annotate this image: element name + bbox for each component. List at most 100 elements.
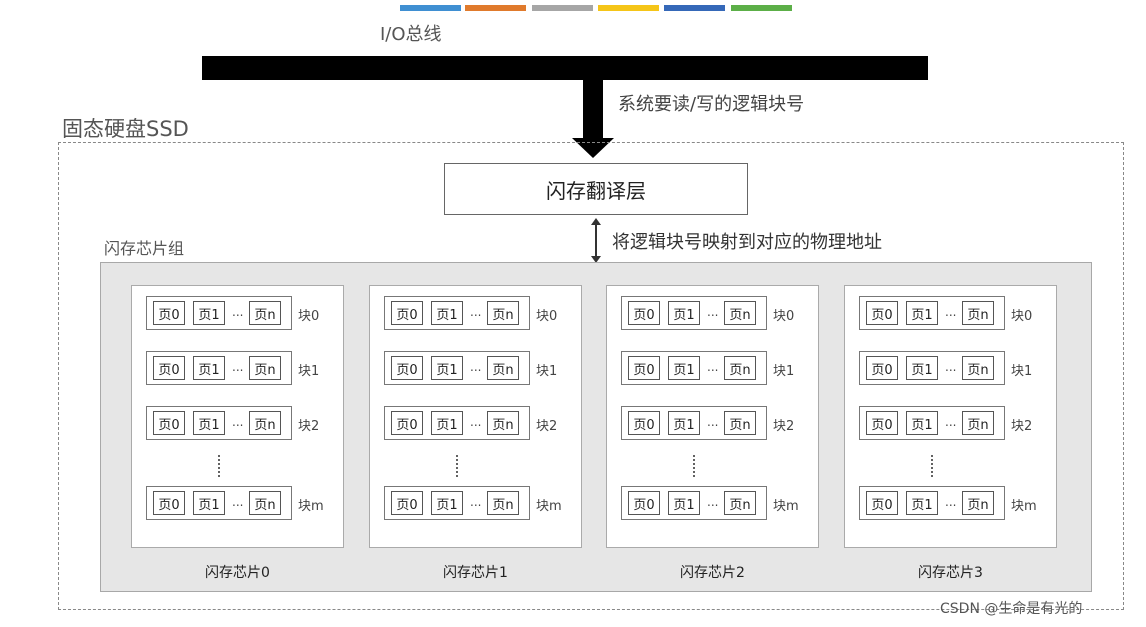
page-ellipsis: ... (707, 360, 719, 374)
block-label: 块1 (298, 364, 320, 379)
vertical-ellipsis (931, 454, 933, 478)
block-1: 页0 页1 页n... (859, 351, 1005, 385)
page-ellipsis: ... (707, 495, 719, 509)
chip-label: 闪存芯片1 (443, 565, 508, 581)
page-cell: 页n (249, 356, 281, 380)
vertical-ellipsis (456, 454, 458, 478)
page-cell: 页0 (153, 301, 185, 325)
page-cell: 页1 (193, 356, 225, 380)
block-2: 页0 页1 页n... (146, 406, 292, 440)
chip-label: 闪存芯片0 (205, 565, 270, 581)
page-cell: 页n (249, 301, 281, 325)
page-cell: 页1 (906, 301, 938, 325)
page-cell: 页n (724, 356, 756, 380)
flash-chip-3: 页0 页1 页n... 块0 页0 页1 页n... 块1 页0 页1 页n... 块2 页0 页1 页n.… (844, 285, 1057, 581)
io-bus-label: I/O总线 (380, 24, 442, 45)
page-cell: 页1 (431, 356, 463, 380)
page-cell: 页0 (391, 356, 423, 380)
flash-chip-2: 页0 页1 页n... 块0 页0 页1 页n... 块1 页0 页1 页n... 块2 页0 页1 页n.… (606, 285, 819, 581)
page-cell: 页n (487, 411, 519, 435)
page-cell: 页n (249, 491, 281, 515)
page-ellipsis: ... (470, 495, 482, 509)
block-3: 页0 页1 页n... (859, 486, 1005, 520)
page-cell: 页1 (668, 491, 700, 515)
page-cell: 页n (487, 491, 519, 515)
block-label: 块m (773, 499, 799, 514)
page-cell: 页1 (193, 491, 225, 515)
mapping-label: 将逻辑块号映射到对应的物理地址 (612, 232, 882, 253)
page-cell: 页0 (866, 411, 898, 435)
block-label: 块0 (773, 309, 795, 324)
page-ellipsis: ... (470, 305, 482, 319)
chip-label: 闪存芯片2 (680, 565, 745, 581)
vertical-ellipsis (218, 454, 220, 478)
block-label: 块1 (773, 364, 795, 379)
block-label: 块1 (536, 364, 558, 379)
page-cell: 页n (724, 411, 756, 435)
page-ellipsis: ... (945, 415, 957, 429)
color-strip-2 (465, 5, 526, 11)
flash-chip-0: 页0 页1 页n... 块0 页0 页1 页n... 块1 页0 页1 页n... 块2 页0 页1 页n.… (131, 285, 344, 581)
block-label: 块m (536, 499, 562, 514)
block-3: 页0 页1 页n... (621, 486, 767, 520)
page-ellipsis: ... (470, 415, 482, 429)
page-cell: 页0 (391, 301, 423, 325)
page-cell: 页1 (431, 301, 463, 325)
page-cell: 页0 (153, 491, 185, 515)
block-label: 块2 (1011, 419, 1033, 434)
page-cell: 页1 (668, 301, 700, 325)
block-1: 页0 页1 页n... (146, 351, 292, 385)
block-label: 块0 (1011, 309, 1033, 324)
flash-translation-layer: 闪存翻译层 (444, 163, 748, 215)
color-strip-3 (532, 5, 593, 11)
page-cell: 页1 (906, 411, 938, 435)
page-cell: 页0 (628, 411, 660, 435)
block-2: 页0 页1 页n... (859, 406, 1005, 440)
page-ellipsis: ... (232, 305, 244, 319)
block-label: 块2 (773, 419, 795, 434)
page-cell: 页0 (866, 491, 898, 515)
block-label: 块m (298, 499, 324, 514)
vertical-ellipsis (693, 454, 695, 478)
color-strip-1 (400, 5, 461, 11)
block-2: 页0 页1 页n... (384, 406, 530, 440)
page-cell: 页0 (628, 356, 660, 380)
block-0: 页0 页1 页n... (146, 296, 292, 330)
page-ellipsis: ... (945, 495, 957, 509)
page-cell: 页1 (193, 301, 225, 325)
page-ellipsis: ... (232, 495, 244, 509)
page-cell: 页n (487, 356, 519, 380)
page-cell: 页n (724, 491, 756, 515)
block-label: 块2 (298, 419, 320, 434)
page-cell: 页0 (391, 411, 423, 435)
page-cell: 页0 (628, 301, 660, 325)
block-3: 页0 页1 页n... (384, 486, 530, 520)
color-strip-5 (664, 5, 725, 11)
page-cell: 页n (487, 301, 519, 325)
chip-group-label: 闪存芯片组 (104, 239, 185, 258)
block-label: 块m (1011, 499, 1037, 514)
mapping-arrow-line (595, 222, 597, 260)
color-strip-6 (731, 5, 792, 11)
page-cell: 页0 (153, 356, 185, 380)
page-ellipsis: ... (470, 360, 482, 374)
page-cell: 页1 (668, 356, 700, 380)
page-cell: 页0 (866, 301, 898, 325)
color-strip-4 (598, 5, 659, 11)
page-cell: 页n (249, 411, 281, 435)
page-cell: 页1 (668, 411, 700, 435)
block-label: 块0 (536, 309, 558, 324)
page-cell: 页n (962, 411, 994, 435)
ssd-label: 固态硬盘SSD (62, 117, 189, 141)
page-cell: 页1 (906, 491, 938, 515)
page-cell: 页0 (391, 491, 423, 515)
credit-watermark: CSDN @生命是有光的 (940, 601, 1083, 617)
page-ellipsis: ... (707, 305, 719, 319)
block-label: 块2 (536, 419, 558, 434)
ftl-label: 闪存翻译层 (546, 178, 646, 203)
page-cell: 页1 (193, 411, 225, 435)
block-1: 页0 页1 页n... (621, 351, 767, 385)
page-cell: 页1 (431, 491, 463, 515)
page-cell: 页n (962, 301, 994, 325)
page-ellipsis: ... (232, 415, 244, 429)
